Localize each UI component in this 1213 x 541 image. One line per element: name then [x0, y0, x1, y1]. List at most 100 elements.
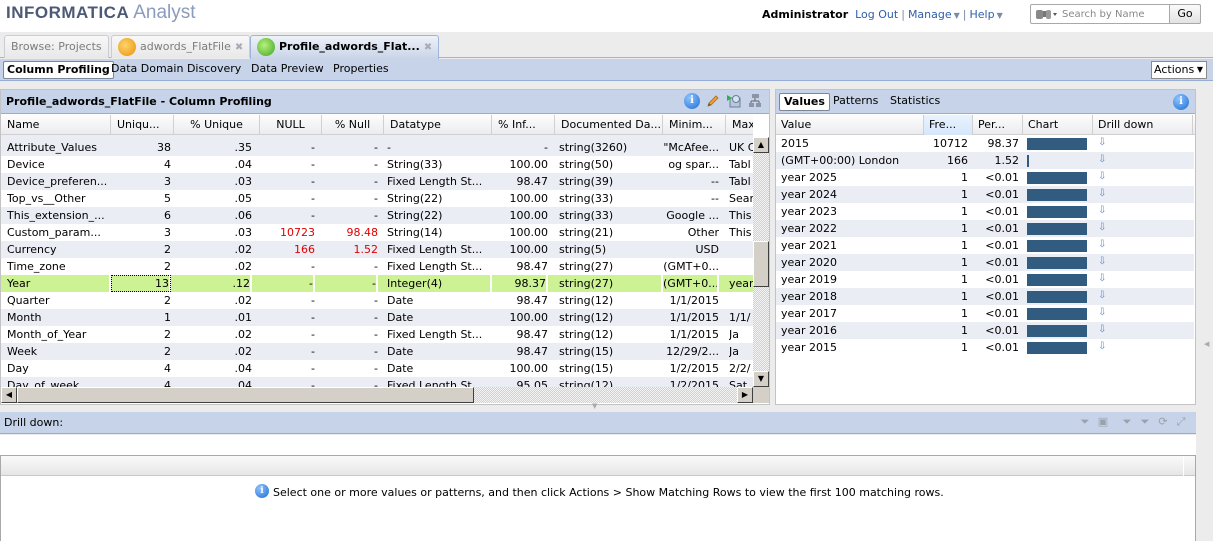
search-input[interactable]	[1062, 6, 1168, 22]
table-row[interactable]: Month 1.01- - Date 100.00 string(12) 1/1/2015 1…	[1, 309, 753, 326]
col-header-null[interactable]: NULL	[260, 115, 322, 135]
table-row[interactable]: Currency 2 .02 166 1.52 Fixed Length St... 100…	[1, 241, 753, 258]
search-scope-dropdown[interactable]	[1034, 7, 1058, 22]
drill-down-icon[interactable]: ⇩	[1098, 202, 1106, 219]
drill-down-icon[interactable]: ⇩	[1098, 253, 1106, 270]
tab-profile-adwords[interactable]: Profile_adwords_Flat... ✖	[250, 35, 440, 59]
splitter-handle[interactable]: ◀	[1204, 340, 1209, 348]
col-header-name[interactable]: Name	[1, 115, 111, 135]
col-header-unique[interactable]: Uniqu...	[111, 115, 174, 135]
table-row[interactable]: Time_zone 2.02- - Fixed Length St... 98.47 st…	[1, 258, 753, 275]
horizontal-scrollbar[interactable]: ◀ ▶	[1, 387, 753, 403]
col-header-maximum[interactable]: Max	[726, 115, 753, 135]
tab-statistics[interactable]: Statistics	[886, 93, 944, 111]
close-icon[interactable]: ✖	[235, 42, 243, 53]
hierarchy-icon[interactable]	[747, 93, 763, 109]
col-header-pct-null[interactable]: % Null	[322, 115, 384, 135]
value-row[interactable]: 2015 10712 98.37 ⇩	[776, 135, 1194, 152]
subnav-properties[interactable]: Properties	[330, 61, 392, 79]
drill-down-icon[interactable]: ⇩	[1098, 321, 1106, 338]
col-header-frequency[interactable]: Fre...	[924, 115, 973, 135]
values-panel: Values Patterns Statistics i Value Fre..…	[775, 89, 1196, 405]
drill-down-icon[interactable]: ⇩	[1098, 236, 1106, 253]
value-row[interactable]: year 2018 1 <0.01 ⇩	[776, 288, 1194, 305]
col-header-documented-datatype[interactable]: Documented Da...	[555, 115, 663, 135]
table-row[interactable]: Device_preferen... 3.03- - Fixed Length St.…	[1, 173, 753, 190]
table-row[interactable]: Week 2.02- - Date 98.47 string(15) 12/29/2... J…	[1, 343, 753, 360]
scroll-down-button[interactable]: ▼	[753, 371, 769, 387]
subnav-data-domain-discovery[interactable]: Data Domain Discovery	[108, 61, 244, 79]
help-menu[interactable]: Help ▼	[970, 8, 1003, 21]
col-header-pct-inferred[interactable]: % Inf...	[492, 115, 555, 135]
info-icon[interactable]: i	[684, 93, 700, 109]
table-row[interactable]: Custom_param... 3 .03 10723 98.48 String(14) 1…	[1, 224, 753, 241]
logout-link[interactable]: Log Out	[855, 8, 898, 21]
col-header-minimum[interactable]: Minim...	[663, 115, 726, 135]
filter-edit-icon[interactable]: ⏷	[1078, 415, 1092, 429]
refresh-icon[interactable]: ⟳	[1156, 415, 1170, 429]
save-icon[interactable]: ▣	[1096, 415, 1110, 429]
value-row[interactable]: year 2019 1 <0.01 ⇩	[776, 271, 1194, 288]
col-header-pct-unique[interactable]: % Unique	[174, 115, 260, 135]
table-row[interactable]: This_extension_... 6.06- - String(22) 100.00…	[1, 207, 753, 224]
table-row[interactable]: Top_vs__Other 5.05- - String(22) 100.00 strin…	[1, 190, 753, 207]
scroll-thumb[interactable]	[753, 241, 769, 287]
filter-refresh-icon[interactable]: ⏷	[1120, 415, 1134, 429]
col-header-value[interactable]: Value	[776, 115, 924, 135]
run-profile-icon[interactable]	[726, 93, 742, 109]
drill-down-icon[interactable]: ⇩	[1098, 270, 1106, 287]
value-row[interactable]: year 2020 1 <0.01 ⇩	[776, 254, 1194, 271]
value-row[interactable]: (GMT+00:00) London 166 1.52 ⇩	[776, 152, 1194, 169]
subnav-data-preview[interactable]: Data Preview	[248, 61, 327, 79]
scroll-right-button[interactable]: ▶	[737, 387, 753, 403]
cell-value: year 2022	[781, 222, 838, 235]
vertical-scrollbar[interactable]: ▲ ▼	[753, 137, 769, 387]
table-row[interactable]: Device 4.04- - String(33) 100.00 string(50) og…	[1, 156, 753, 173]
value-row[interactable]: year 2021 1 <0.01 ⇩	[776, 237, 1194, 254]
table-row[interactable]: Day_of_week 4 .04 - - Fixed Length St... 95.05…	[1, 377, 753, 387]
expand-icon[interactable]: ⤢	[1174, 415, 1188, 429]
table-row[interactable]: Year 13.12- - Integer(4) 98.37 string(27) (GMT…	[1, 275, 753, 292]
scroll-thumb[interactable]	[17, 387, 474, 403]
value-row[interactable]: year 2024 1 <0.01 ⇩	[776, 186, 1194, 203]
col-header-percent[interactable]: Per...	[973, 115, 1023, 135]
tab-browse-projects[interactable]: Browse: Projects	[4, 35, 109, 58]
scroll-up-button[interactable]: ▲	[753, 137, 769, 153]
drill-down-icon[interactable]: ⇩	[1098, 134, 1106, 151]
info-icon[interactable]: i	[1173, 94, 1189, 110]
tab-patterns[interactable]: Patterns	[829, 93, 882, 111]
filter-apply-icon[interactable]: ⏷	[1138, 415, 1152, 429]
table-row[interactable]: Attribute_Values 38.35- - - - string(3260) "Mc…	[1, 139, 753, 156]
cell-percent: 98.37	[987, 137, 1020, 150]
value-row[interactable]: year 2022 1 <0.01 ⇩	[776, 220, 1194, 237]
close-icon[interactable]: ✖	[424, 42, 432, 53]
drill-down-icon[interactable]: ⇩	[1098, 287, 1106, 304]
table-row[interactable]: Quarter 2.02- - Date 98.47 string(12) 1/1/2015	[1, 292, 753, 309]
drill-down-icon[interactable]: ⇩	[1098, 168, 1106, 185]
drill-down-icon[interactable]: ⇩	[1098, 185, 1106, 202]
splitter-handle[interactable]: ▼	[592, 402, 597, 410]
col-header-drill-down[interactable]: Drill down	[1093, 115, 1193, 135]
col-header-chart[interactable]: Chart	[1023, 115, 1093, 135]
search-go-button[interactable]: Go	[1169, 4, 1201, 24]
table-row[interactable]: Day 4.04- - Date 100.00 string(15) 1/2/2015 2/2…	[1, 360, 753, 377]
value-row[interactable]: year 2017 1 <0.01 ⇩	[776, 305, 1194, 322]
drill-down-icon[interactable]: ⇩	[1098, 151, 1106, 168]
drill-down-icon[interactable]: ⇩	[1098, 338, 1106, 355]
col-header-datatype[interactable]: Datatype	[384, 115, 492, 135]
manage-menu[interactable]: Manage ▼	[908, 8, 960, 21]
edit-icon[interactable]	[705, 93, 721, 109]
table-row[interactable]: Month_of_Year 2.02- - Fixed Length St... 98.…	[1, 326, 753, 343]
value-row[interactable]: year 2023 1 <0.01 ⇩	[776, 203, 1194, 220]
value-row[interactable]: year 2025 1 <0.01 ⇩	[776, 169, 1194, 186]
chevron-down-icon: ▼	[1196, 65, 1203, 74]
subnav-column-profiling[interactable]: Column Profiling	[3, 61, 114, 79]
tab-values[interactable]: Values	[779, 93, 830, 111]
actions-dropdown[interactable]: Actions ▼	[1151, 61, 1207, 79]
value-row[interactable]: year 2015 1 <0.01 ⇩	[776, 339, 1194, 356]
value-row[interactable]: year 2016 1 <0.01 ⇩	[776, 322, 1194, 339]
tab-adwords-flatfile[interactable]: adwords_FlatFile ✖	[111, 35, 251, 58]
drill-down-icon[interactable]: ⇩	[1098, 219, 1106, 236]
scroll-left-button[interactable]: ◀	[1, 387, 17, 403]
drill-down-icon[interactable]: ⇩	[1098, 304, 1106, 321]
